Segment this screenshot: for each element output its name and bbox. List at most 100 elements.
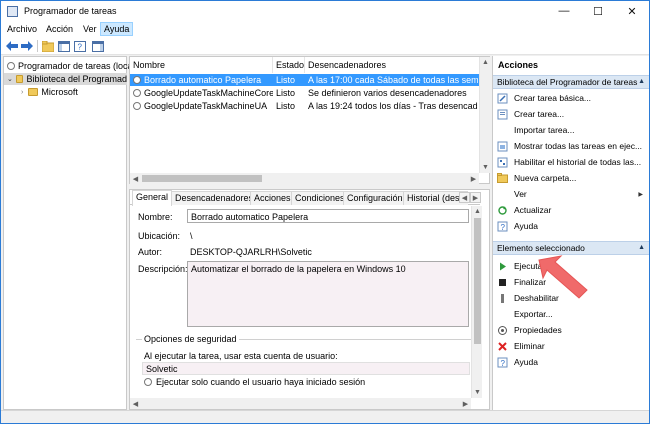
tab-settings[interactable]: Configuración	[343, 191, 407, 205]
table-row[interactable]: GoogleUpdateTaskMachineUA Listo A las 19…	[130, 100, 480, 112]
tab-general[interactable]: General	[132, 190, 173, 206]
table-row[interactable]: GoogleUpdateTaskMachineCore Listo Se def…	[130, 87, 480, 99]
blank-icon	[497, 309, 508, 320]
task-list: Nombre Estado Desencadenadores Borrado a…	[129, 56, 490, 184]
blank-icon	[497, 189, 508, 200]
tab-history[interactable]: Historial (desh	[403, 191, 468, 205]
action-create-task[interactable]: Crear tarea...	[497, 106, 647, 122]
collapse-caret-icon[interactable]: ▲	[638, 242, 645, 254]
action-help[interactable]: ? Ayuda	[497, 218, 647, 234]
column-header-state[interactable]: Estado	[273, 57, 305, 73]
status-bar	[1, 410, 649, 423]
tree-item-root[interactable]: Programador de tareas (local	[7, 60, 135, 72]
action-delete[interactable]: Eliminar	[497, 338, 647, 354]
toolbar: ?	[1, 37, 649, 55]
tree-item-microsoft[interactable]: › Microsoft	[21, 86, 78, 98]
column-header-name[interactable]: Nombre	[130, 57, 273, 73]
table-row[interactable]: Borrado automatico Papelera Listo A las …	[130, 74, 480, 86]
task-name: GoogleUpdateTaskMachineCore	[144, 88, 273, 98]
menu-bar: Archivo Acción Ver Ayuda	[1, 21, 649, 37]
description-label: Descripción:	[138, 264, 188, 274]
action-label: Nueva carpeta...	[514, 173, 577, 183]
description-field[interactable]: Automatizar el borrado de la papelera en…	[187, 261, 469, 327]
menu-ayuda[interactable]: Ayuda	[100, 22, 134, 36]
location-value: \	[190, 231, 193, 241]
scroll-down-arrow-icon[interactable]: ▼	[480, 162, 491, 173]
action-label: Ayuda	[514, 221, 538, 231]
action-label: Propiedades	[514, 325, 562, 335]
scroll-left-arrow-icon[interactable]: ◀	[130, 398, 141, 409]
task-state: Listo	[276, 75, 296, 85]
action-label: Habilitar el historial de todas las...	[514, 157, 642, 167]
vertical-scroll-thumb[interactable]	[474, 218, 481, 344]
action-view[interactable]: Ver ▶	[497, 186, 647, 202]
details-tabs: General Desencadenadores Acciones Condic…	[130, 190, 481, 206]
details-vertical-scrollbar[interactable]: ▲ ▼	[471, 206, 482, 398]
tab-conditions[interactable]: Condiciones	[291, 191, 349, 205]
column-header-triggers[interactable]: Desencadenadores	[305, 57, 480, 73]
maximize-button[interactable]: ☐	[581, 1, 615, 21]
back-arrow-icon[interactable]	[5, 39, 19, 53]
menu-archivo[interactable]: Archivo	[7, 24, 37, 34]
tree-item-label: Programador de tareas (local	[18, 61, 135, 71]
action-export[interactable]: Exportar...	[497, 306, 647, 322]
console-tree: Programador de tareas (local ⌄ Bibliotec…	[3, 56, 135, 410]
action-create-basic-task[interactable]: Crear tarea básica...	[497, 90, 647, 106]
task-list-vertical-scrollbar[interactable]: ▲ ▼	[479, 57, 490, 173]
task-trigger: A las 19:24 todos los días - Tras desenc…	[308, 101, 478, 111]
menu-ver[interactable]: Ver	[83, 24, 97, 34]
scroll-down-arrow-icon[interactable]: ▼	[472, 387, 483, 398]
section-header-library[interactable]: Biblioteca del Programador de tareas ▲	[493, 75, 649, 89]
section-header-selected-item[interactable]: Elemento seleccionado ▲	[493, 241, 649, 255]
section-header-label: Biblioteca del Programador de tareas	[497, 77, 638, 87]
collapse-chevron-icon[interactable]: ⌄	[7, 75, 13, 83]
details-horizontal-scrollbar[interactable]: ◀ ▶	[130, 398, 471, 409]
run-only-logged-label: Ejecutar solo cuando el usuario haya ini…	[156, 377, 366, 387]
blank-icon	[497, 125, 508, 136]
show-hide-console-tree-icon[interactable]	[57, 39, 71, 53]
scroll-up-arrow-icon[interactable]: ▲	[480, 57, 491, 68]
action-enable-history[interactable]: Habilitar el historial de todas las...	[497, 154, 647, 170]
close-button[interactable]: ✕	[615, 1, 649, 21]
action-new-folder[interactable]: Nueva carpeta...	[497, 170, 647, 186]
task-list-horizontal-scrollbar[interactable]: ◀ ▶	[130, 173, 479, 184]
action-refresh[interactable]: Actualizar	[497, 202, 647, 218]
location-label: Ubicación:	[138, 231, 181, 241]
clock-icon	[7, 62, 15, 70]
tab-scroll-right-icon[interactable]: ▶	[470, 192, 481, 203]
action-label: Crear tarea básica...	[514, 93, 592, 103]
action-import-task[interactable]: Importar tarea...	[497, 122, 647, 138]
tab-actions[interactable]: Acciones	[250, 191, 295, 205]
new-task-icon	[497, 109, 508, 120]
toolbar-separator	[37, 40, 38, 52]
action-label: Crear tarea...	[514, 109, 565, 119]
collapse-caret-icon[interactable]: ▲	[638, 76, 645, 88]
expand-chevron-icon[interactable]: ›	[21, 89, 23, 96]
menu-accion[interactable]: Acción	[46, 24, 73, 34]
svg-text:?: ?	[501, 223, 506, 232]
scroll-left-arrow-icon[interactable]: ◀	[130, 173, 141, 184]
tab-triggers[interactable]: Desencadenadores	[171, 191, 258, 205]
show-hide-action-pane-icon[interactable]	[91, 39, 105, 53]
name-field[interactable]: Borrado automatico Papelera	[187, 209, 469, 223]
properties-icon	[497, 325, 508, 336]
help-icon: ?	[497, 357, 508, 368]
run-only-logged-option[interactable]: Ejecutar solo cuando el usuario haya ini…	[144, 377, 365, 387]
task-details: General Desencadenadores Acciones Condic…	[129, 189, 490, 410]
radio-icon[interactable]	[144, 378, 152, 386]
scroll-up-arrow-icon[interactable]: ▲	[472, 206, 483, 217]
forward-arrow-icon[interactable]	[20, 39, 34, 53]
action-properties[interactable]: Propiedades	[497, 322, 647, 338]
action-show-running-tasks[interactable]: Mostrar todas las tareas en ejec...	[497, 138, 647, 154]
horizontal-scroll-thumb[interactable]	[142, 175, 262, 182]
up-folder-icon[interactable]	[41, 39, 55, 53]
help-book-icon[interactable]: ?	[73, 39, 87, 53]
action-help-selected[interactable]: ? Ayuda	[497, 354, 647, 370]
tab-scroll-left-icon[interactable]: ◀	[459, 192, 470, 203]
scroll-right-arrow-icon[interactable]: ▶	[460, 398, 471, 409]
tree-item-label: Microsoft	[41, 87, 78, 97]
minimize-button[interactable]: —	[547, 1, 581, 21]
section-header-label: Elemento seleccionado	[497, 243, 585, 253]
tree-item-library[interactable]: ⌄ Biblioteca del Programad	[4, 73, 127, 85]
scroll-right-arrow-icon[interactable]: ▶	[468, 173, 479, 184]
